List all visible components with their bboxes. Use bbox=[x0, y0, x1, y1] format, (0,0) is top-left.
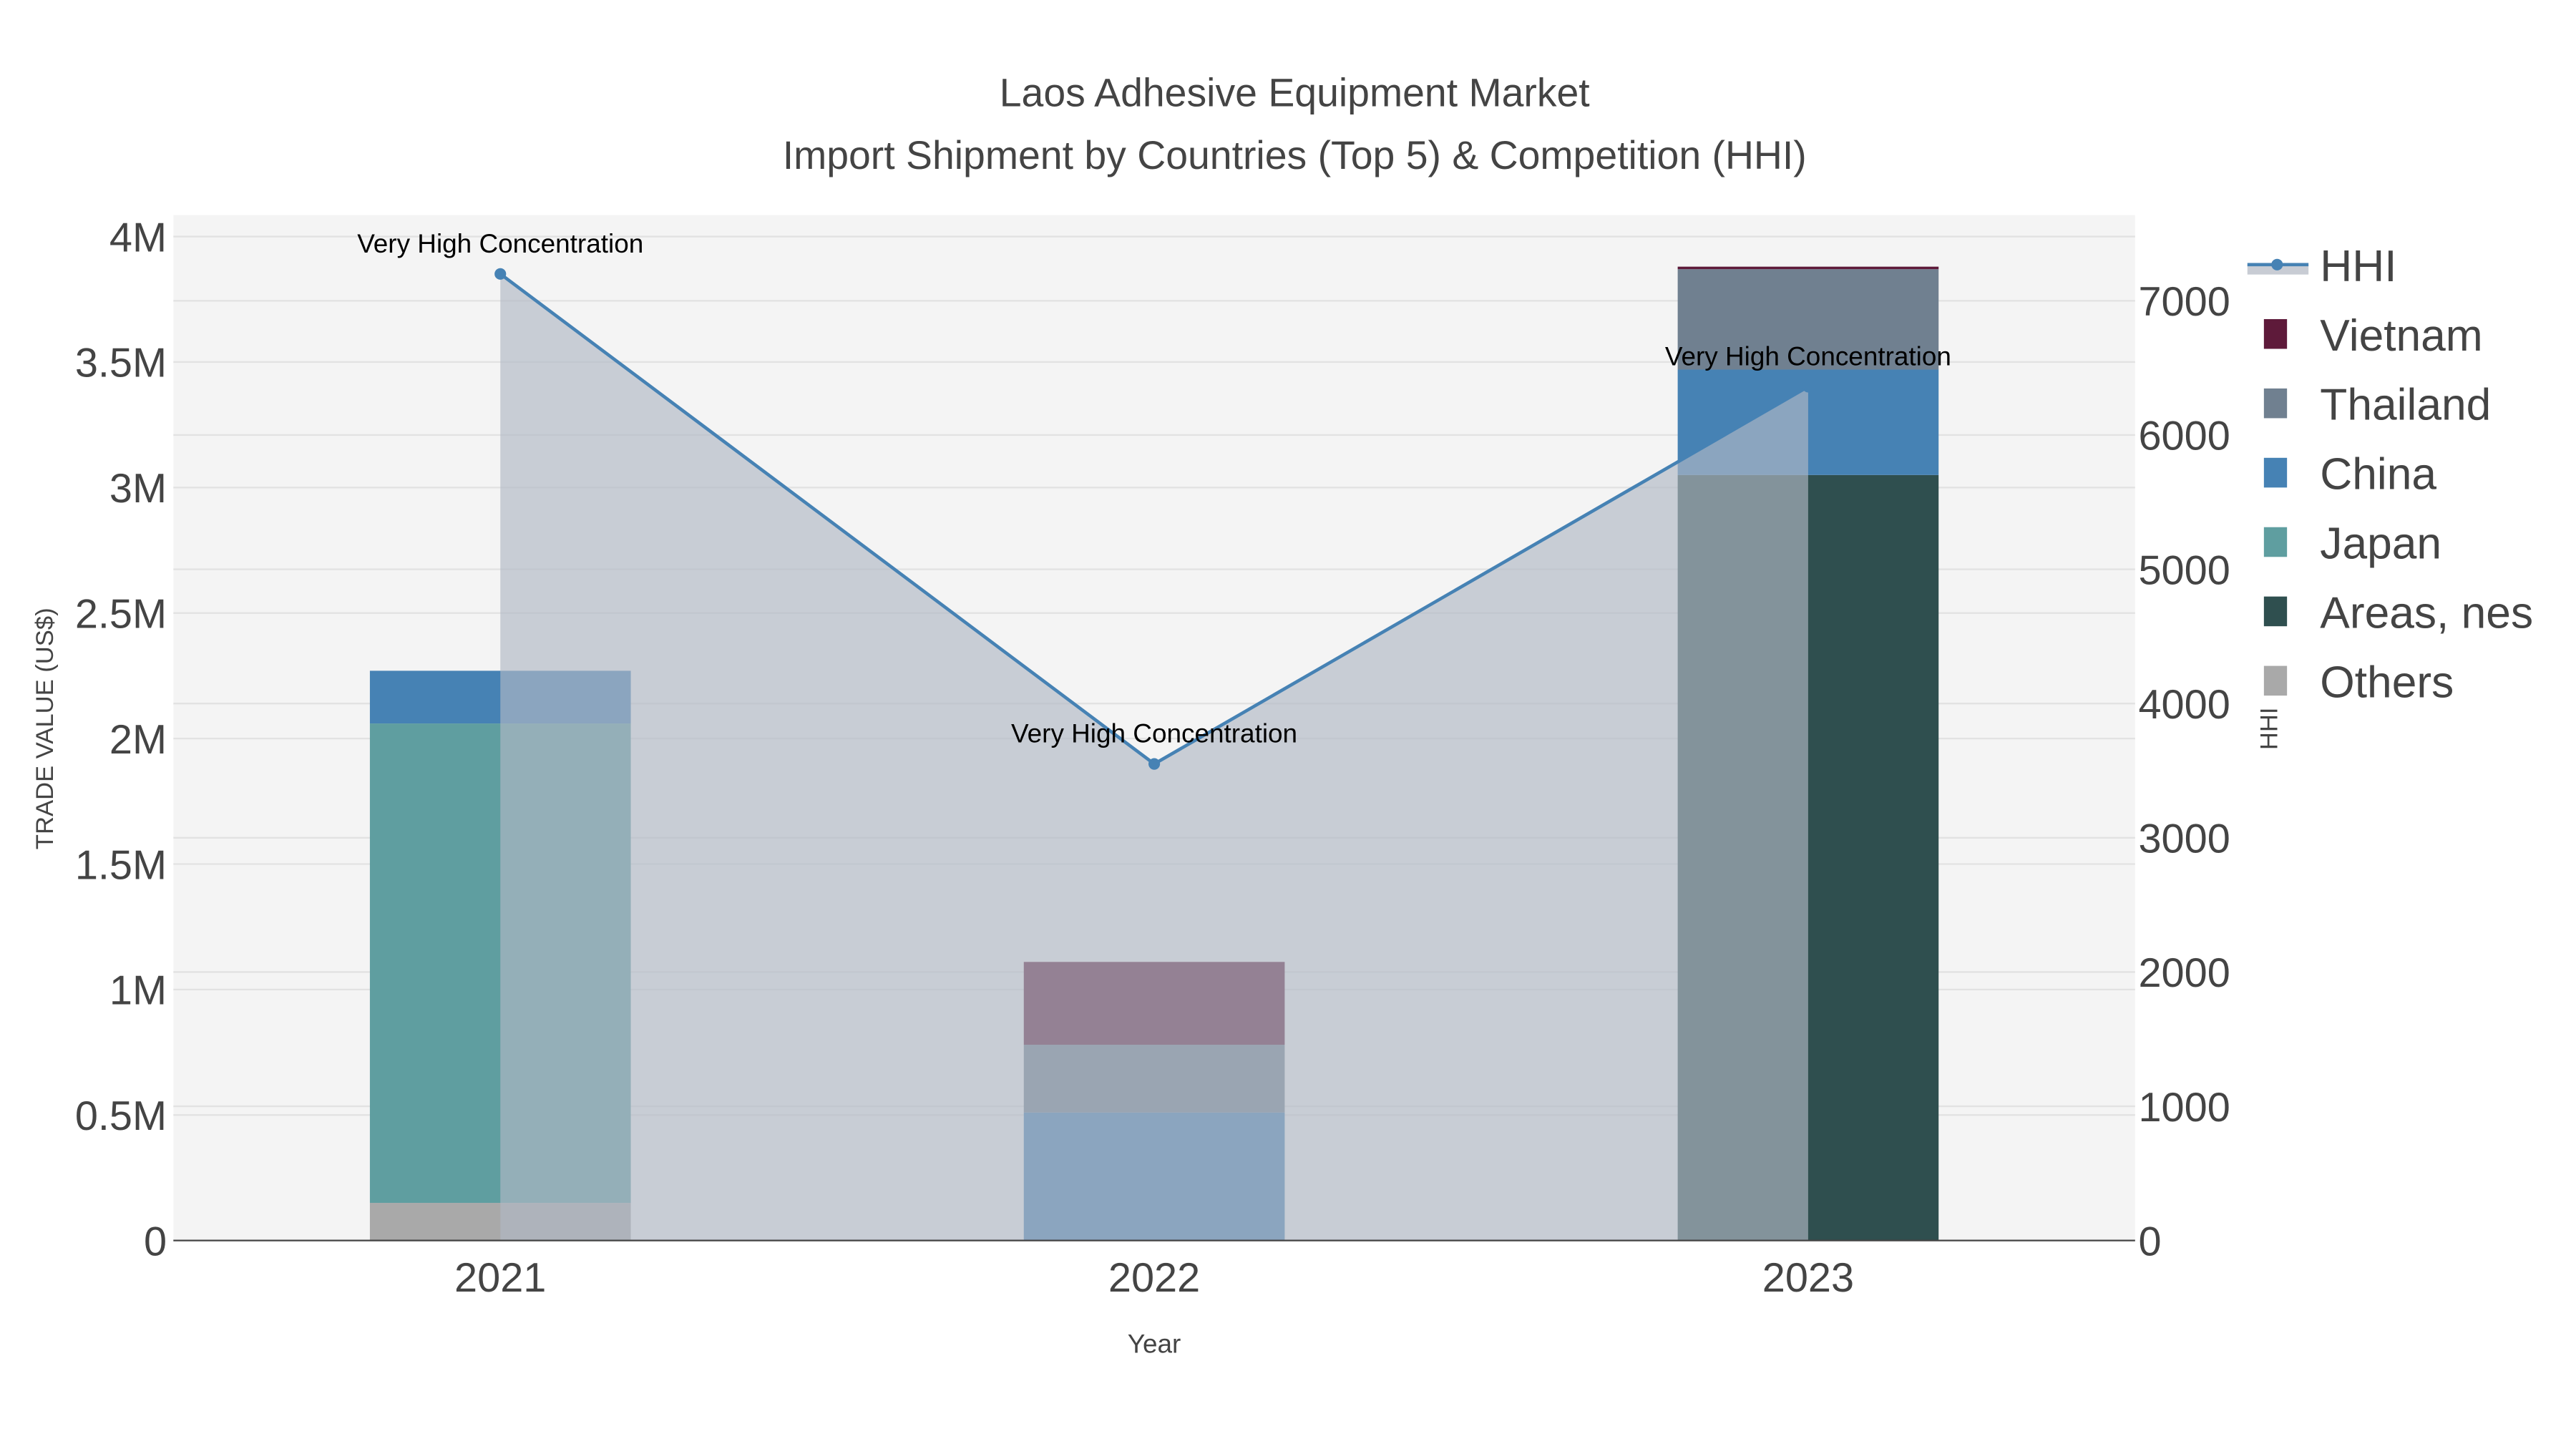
y-tick-label: 0.5M bbox=[75, 1093, 167, 1139]
bar-vietnam-2023 bbox=[1677, 266, 1939, 270]
x-axis-ticks: 2021 2022 2023 bbox=[454, 1255, 1854, 1301]
y2-axis-ticks: 0 1000 2000 3000 4000 5000 6000 7000 bbox=[2138, 279, 2230, 1264]
legend-label: Areas, nes bbox=[2320, 589, 2533, 638]
legend-swatch bbox=[2263, 457, 2288, 488]
y2-tick-label: 3000 bbox=[2138, 816, 2230, 862]
y2-tick-label: 0 bbox=[2138, 1219, 2161, 1264]
hhi-annotation: Very High Concentration bbox=[357, 229, 643, 258]
y2-tick-label: 5000 bbox=[2138, 547, 2230, 593]
legend-label: Vietnam bbox=[2320, 311, 2482, 361]
legend-swatch bbox=[2263, 527, 2288, 557]
y2-tick-label: 6000 bbox=[2138, 414, 2230, 459]
y-tick-label: 1M bbox=[109, 968, 167, 1014]
y2-tick-label: 7000 bbox=[2138, 279, 2230, 325]
y-tick-label: 2M bbox=[109, 717, 167, 763]
x-tick-label: 2021 bbox=[454, 1255, 546, 1301]
hhi-point bbox=[1802, 381, 1814, 393]
y-tick-label: 0 bbox=[144, 1219, 167, 1264]
legend-label: Others bbox=[2320, 658, 2454, 707]
legend-label: HHI bbox=[2320, 242, 2396, 291]
y2-tick-label: 2000 bbox=[2138, 950, 2230, 996]
x-tick-label: 2022 bbox=[1108, 1255, 1200, 1301]
y-tick-label: 2.5M bbox=[75, 592, 167, 638]
chart-title: Laos Adhesive Equipment Market bbox=[1000, 70, 1590, 114]
legend-swatch bbox=[2263, 665, 2288, 696]
y2-axis-title: HHI bbox=[2255, 707, 2283, 750]
y-tick-label: 3M bbox=[109, 466, 167, 512]
legend-hhi-marker bbox=[2271, 258, 2283, 270]
legend-label: Japan bbox=[2320, 519, 2441, 569]
y-axis-title: TRADE VALUE (US$) bbox=[31, 608, 59, 849]
y-axis-ticks: 0 0.5M 1M 1.5M 2M 2.5M 3M 3.5M 4M bbox=[75, 215, 167, 1264]
hhi-annotation: Very High Concentration bbox=[1665, 341, 1951, 371]
y2-tick-label: 4000 bbox=[2138, 682, 2230, 728]
legend-label: China bbox=[2320, 450, 2436, 499]
legend: HHI Vietnam Thailand China Japan Areas, nes Ot… bbox=[2247, 242, 2533, 707]
legend-swatch bbox=[2263, 388, 2288, 419]
x-tick-label: 2023 bbox=[1762, 1255, 1854, 1301]
legend-label: Thailand bbox=[2320, 381, 2491, 430]
y-tick-label: 4M bbox=[109, 215, 167, 260]
legend-swatch bbox=[2263, 318, 2288, 349]
hhi-annotation: Very High Concentration bbox=[1011, 719, 1297, 748]
x-axis-title: Year bbox=[1128, 1330, 1181, 1359]
legend-swatch bbox=[2263, 596, 2288, 627]
y-tick-label: 3.5M bbox=[75, 341, 167, 386]
y-tick-label: 1.5M bbox=[75, 842, 167, 888]
chart-subtitle: Import Shipment by Countries (Top 5) & C… bbox=[783, 133, 1807, 177]
hhi-point bbox=[494, 268, 507, 280]
hhi-point bbox=[1148, 758, 1161, 770]
hhi-trade-chart: Very High Concentration Very High Concent… bbox=[31, 70, 2533, 1359]
y2-tick-label: 1000 bbox=[2138, 1085, 2230, 1131]
